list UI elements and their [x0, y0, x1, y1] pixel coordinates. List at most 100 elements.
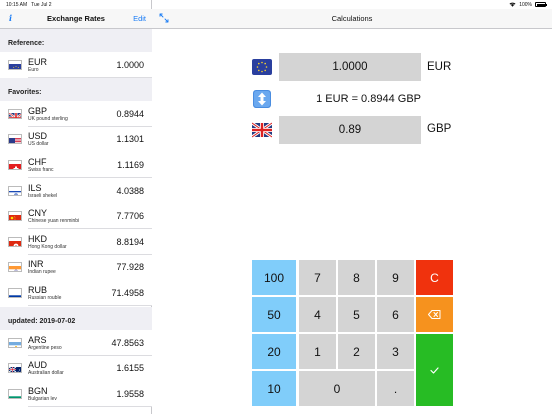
key-1[interactable]: 1: [299, 334, 336, 369]
updated-header: updated: 2019-07-02: [0, 307, 152, 331]
status-bar: 10:15 AM Tue Jul 2 100%: [0, 0, 552, 9]
favorites-header: Favorites:: [0, 78, 152, 102]
backspace-icon: [428, 310, 441, 319]
in-flag-icon: [8, 262, 22, 273]
currency-name: Swiss franc: [28, 166, 54, 173]
currency-name: Chinese yuan renminbi: [28, 218, 80, 225]
currency-code: AUD: [28, 360, 48, 371]
key-2[interactable]: 2: [338, 334, 375, 369]
checkmark-icon: [430, 366, 439, 374]
currency-name: Hong Kong dollar: [28, 243, 67, 250]
clear-button[interactable]: C: [416, 260, 453, 295]
currency-row-cny[interactable]: CNY Chinese yuan renminbi 7.7706: [0, 203, 152, 229]
wifi-icon: [509, 2, 516, 7]
key-7[interactable]: 7: [299, 260, 336, 295]
currency-row-eur[interactable]: EUR Euro 1.0000: [0, 52, 152, 78]
ru-flag-icon: [8, 287, 22, 298]
currency-row-hkd[interactable]: HKD Hong Kong dollar 8.8194: [0, 229, 152, 255]
currency-code: BGN: [28, 385, 48, 396]
currency-rate: 77.928: [116, 262, 144, 273]
key-20[interactable]: 20: [252, 334, 296, 369]
currency-name: Australian dollar: [28, 370, 64, 377]
key-9[interactable]: 9: [377, 260, 414, 295]
swap-icon[interactable]: [252, 89, 272, 109]
currency-name: Indian rupee: [28, 269, 56, 276]
status-date: Tue Jul 2: [31, 1, 52, 8]
edit-button[interactable]: Edit: [133, 14, 146, 23]
battery-icon: [535, 2, 547, 7]
us-flag-icon: [8, 134, 22, 145]
main-title: Calculations: [331, 14, 373, 23]
currency-rate: 0.8944: [116, 108, 144, 119]
currency-code: RUB: [28, 284, 48, 295]
eu-flag-icon: [8, 59, 22, 70]
gb-flag-icon: [252, 121, 272, 139]
hk-flag-icon: [8, 236, 22, 247]
main-nav-bar: Calculations: [152, 9, 552, 29]
currency-name: Israeli shekel: [28, 192, 58, 199]
exchange-rate-text: 1 EUR = 0.8944 GBP: [316, 93, 421, 105]
currency-name: US dollar: [28, 141, 49, 148]
currency-name: UK pound sterling: [28, 115, 68, 122]
key-decimal[interactable]: .: [377, 371, 414, 406]
currency-rate: 47.8563: [111, 337, 144, 348]
expand-icon[interactable]: [159, 13, 169, 23]
to-currency-label[interactable]: GBP: [427, 123, 451, 135]
ch-flag-icon: [8, 159, 22, 170]
currency-code: USD: [28, 131, 48, 142]
currency-name: Russian rouble: [28, 294, 62, 301]
key-0[interactable]: 0: [299, 371, 375, 406]
bg-flag-icon: [8, 388, 22, 399]
key-8[interactable]: 8: [338, 260, 375, 295]
key-3[interactable]: 3: [377, 334, 414, 369]
currency-row-ils[interactable]: ILS Israeli shekel 4.0388: [0, 177, 152, 204]
to-amount-field[interactable]: 0.89: [279, 116, 421, 144]
confirm-button[interactable]: [416, 334, 453, 406]
key-4[interactable]: 4: [299, 297, 336, 332]
currency-rate: 1.9558: [116, 388, 144, 399]
au-flag-icon: [8, 363, 22, 374]
currency-row-ars[interactable]: ARS Argentine peso 47.8563: [0, 330, 152, 356]
backspace-button[interactable]: [416, 297, 453, 332]
currency-row-gbp[interactable]: GBP UK pound sterling 0.8944: [0, 101, 152, 127]
key-10[interactable]: 10: [252, 371, 296, 406]
currency-row-aud[interactable]: AUD Australian dollar 1.6155: [0, 355, 152, 382]
currency-row-chf[interactable]: CHF Swiss franc 1.1169: [0, 152, 152, 178]
from-currency-label[interactable]: EUR: [427, 61, 451, 73]
sidebar: i Exchange Rates Edit Reference: EUR Euro…: [0, 0, 152, 414]
cn-flag-icon: [8, 211, 22, 222]
currency-row-inr[interactable]: INR Indian rupee 77.928: [0, 254, 152, 281]
currency-rate: 1.0000: [116, 59, 144, 70]
key-5[interactable]: 5: [338, 297, 375, 332]
info-icon[interactable]: i: [6, 13, 15, 24]
key-6[interactable]: 6: [377, 297, 414, 332]
status-time: 10:15 AM: [6, 1, 28, 8]
currency-rate: 4.0388: [116, 185, 144, 196]
key-100[interactable]: 100: [252, 260, 296, 295]
currency-code: INR: [28, 259, 44, 270]
currency-code: GBP: [28, 105, 48, 116]
currency-name: Bulgarian lev: [28, 395, 57, 402]
battery-percent: 100%: [519, 1, 532, 8]
key-50[interactable]: 50: [252, 297, 296, 332]
currency-rate: 8.8194: [116, 236, 144, 247]
currency-rate: 71.4958: [111, 287, 144, 298]
currency-row-usd[interactable]: USD US dollar 1.1301: [0, 126, 152, 153]
il-flag-icon: [8, 185, 22, 196]
currency-rate: 7.7706: [116, 211, 144, 222]
currency-row-bgn[interactable]: BGN Bulgarian lev 1.9558: [0, 381, 152, 407]
currency-code: CNY: [28, 208, 48, 219]
currency-row-rub[interactable]: RUB Russian rouble 71.4958: [0, 280, 152, 306]
currency-code: CHF: [28, 156, 47, 167]
currency-name: Argentine peso: [28, 344, 62, 351]
currency-rate: 1.1169: [117, 159, 144, 170]
gb-flag-icon: [8, 108, 22, 119]
currency-rate: 1.6155: [116, 363, 144, 374]
currency-code: ARS: [28, 334, 47, 345]
sidebar-nav-bar: i Exchange Rates Edit: [0, 9, 152, 29]
from-amount-field[interactable]: 1.0000: [279, 53, 421, 81]
reference-header: Reference:: [0, 29, 152, 53]
currency-code: EUR: [28, 56, 48, 67]
currency-rate: 1.1301: [116, 134, 144, 145]
sidebar-title: Exchange Rates: [47, 14, 105, 23]
